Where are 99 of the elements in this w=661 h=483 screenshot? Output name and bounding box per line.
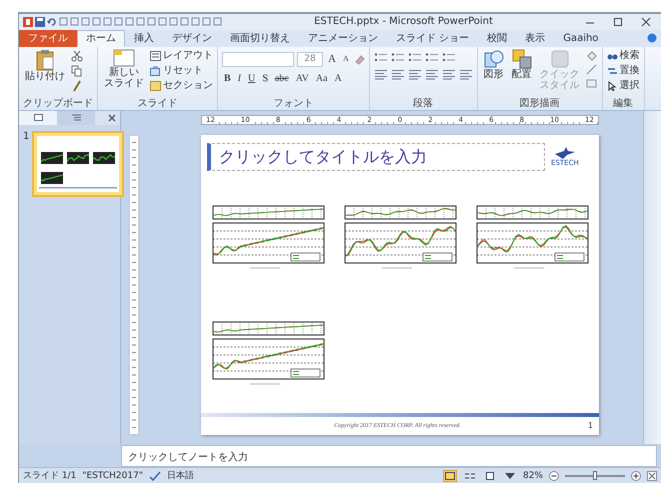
font-style-button[interactable]: A <box>332 72 344 85</box>
effects-icon[interactable] <box>586 78 598 89</box>
app-icon[interactable] <box>23 16 33 27</box>
font-style-button[interactable]: I <box>236 72 244 85</box>
undo-icon[interactable] <box>47 16 57 27</box>
scissors-icon[interactable] <box>71 50 83 62</box>
select-button[interactable]: 選択 <box>606 80 640 92</box>
outline-icon <box>72 114 80 122</box>
align-icon[interactable] <box>458 68 473 80</box>
list-icon[interactable] <box>424 52 439 63</box>
group-label: 段落 <box>412 98 434 110</box>
ribbon-tab[interactable]: 表示 <box>516 30 554 47</box>
new-slide-button[interactable]: 新しい スライド <box>102 48 146 89</box>
ribbon-tab[interactable]: ファイル <box>19 30 77 47</box>
brush-icon[interactable] <box>71 80 83 92</box>
zoom-level[interactable]: 82% <box>522 470 543 481</box>
spellcheck-icon[interactable] <box>148 470 161 481</box>
replace-icon <box>606 66 618 76</box>
save-icon[interactable] <box>35 16 45 27</box>
normal-view-button[interactable] <box>442 470 457 482</box>
reset-icon <box>150 66 161 76</box>
ribbon-tab[interactable]: アニメーション <box>299 30 387 47</box>
font-style-button[interactable]: Aa <box>314 72 330 85</box>
align-icon[interactable] <box>424 68 439 80</box>
replace-button[interactable]: 置換 <box>606 64 640 77</box>
shapes-icon <box>484 48 504 69</box>
slide-icon <box>34 114 42 122</box>
cursor-icon <box>606 80 618 91</box>
align-icon[interactable] <box>374 68 388 80</box>
slide-thumbnail[interactable] <box>32 130 124 197</box>
shapes-button[interactable]: 図形 <box>482 48 506 80</box>
group-label: フォント <box>272 98 314 110</box>
ribbon-tab[interactable]: デザイン <box>163 30 221 47</box>
font-style-button[interactable]: U <box>246 72 258 85</box>
section-button[interactable]: セクション <box>150 80 213 92</box>
ribbon-tab[interactable]: Gaaiho <box>554 30 608 47</box>
list-icon[interactable] <box>408 52 422 63</box>
eraser-icon[interactable] <box>354 54 365 65</box>
language-label[interactable]: 日本語 <box>166 469 194 482</box>
align-icon[interactable] <box>390 68 405 80</box>
group-label: スライド <box>136 98 178 110</box>
outline-icon[interactable] <box>586 64 598 75</box>
reading-view-icon <box>484 472 495 480</box>
normal-view-icon <box>444 472 455 480</box>
window-title: ESTECH.pptx - Microsoft PowerPoint <box>313 16 494 28</box>
help-icon[interactable] <box>647 33 657 44</box>
font-style-button[interactable]: B <box>222 72 233 85</box>
theme-name: "ESTCH2017" <box>82 470 143 481</box>
paste-button[interactable]: 貼り付け <box>23 48 67 82</box>
slide-icon <box>113 48 135 67</box>
list-icon[interactable] <box>374 52 388 63</box>
slides-tab[interactable] <box>19 110 57 125</box>
ribbon-tab[interactable]: スライド ショー <box>387 30 478 47</box>
show-view-icon <box>504 472 515 480</box>
zoom-in-icon[interactable] <box>631 470 641 481</box>
close-icon[interactable] <box>108 114 116 122</box>
title-placeholder[interactable]: クリックしてタイトルを入力 <box>207 142 545 171</box>
font-size-button[interactable]: A <box>340 53 351 66</box>
font-style-button[interactable]: abc <box>272 72 291 85</box>
font-name-field[interactable] <box>222 52 294 67</box>
align-icon[interactable] <box>442 68 456 80</box>
layout-icon <box>150 50 161 61</box>
notes-placeholder[interactable]: クリックしてノートを入力 <box>121 445 657 468</box>
arrange-button[interactable]: 配置 <box>510 48 534 80</box>
slide-counter: スライド 1/1 <box>23 470 76 482</box>
sorter-view-icon <box>464 472 475 480</box>
list-icon[interactable] <box>442 52 456 63</box>
slide-number: 1 <box>23 130 30 142</box>
layout-button[interactable]: レイアウト <box>150 50 213 62</box>
logo-icon <box>554 146 576 159</box>
zoom-out-icon[interactable] <box>549 470 559 481</box>
clipboard-icon <box>35 48 55 71</box>
style-icon <box>550 48 570 69</box>
group-label: クリップボード <box>23 98 93 110</box>
close-icon[interactable] <box>641 16 651 27</box>
find-button[interactable]: 検索 <box>606 50 640 62</box>
arrange-icon <box>512 48 532 69</box>
align-icon[interactable] <box>408 68 422 80</box>
ribbon-tab[interactable]: 挿入 <box>125 30 163 47</box>
section-icon <box>150 80 161 91</box>
font-style-button[interactable]: S <box>260 72 270 85</box>
maximize-icon[interactable] <box>613 16 623 27</box>
list-icon[interactable] <box>390 52 405 63</box>
page-number: 1 <box>588 421 593 430</box>
group-label: 編集 <box>612 98 634 110</box>
outline-tab[interactable] <box>57 110 95 125</box>
font-size-field[interactable]: 28 <box>297 52 323 67</box>
copy-icon[interactable] <box>71 64 83 77</box>
ribbon-tab[interactable]: 校閲 <box>478 30 516 47</box>
zoom-slider-thumb[interactable] <box>593 470 597 480</box>
font-size-button[interactable]: A <box>326 53 338 66</box>
fit-icon[interactable] <box>647 470 657 481</box>
ribbon-tab[interactable]: ホーム <box>77 30 125 47</box>
vertical-scrollbar[interactable] <box>643 110 661 444</box>
ribbon-tab[interactable]: 画面切り替え <box>221 30 299 47</box>
font-style-button[interactable]: AV <box>294 72 311 85</box>
reset-button[interactable]: リセット <box>150 64 213 77</box>
group-label: 図形描画 <box>518 98 561 110</box>
fill-icon[interactable] <box>586 50 598 61</box>
